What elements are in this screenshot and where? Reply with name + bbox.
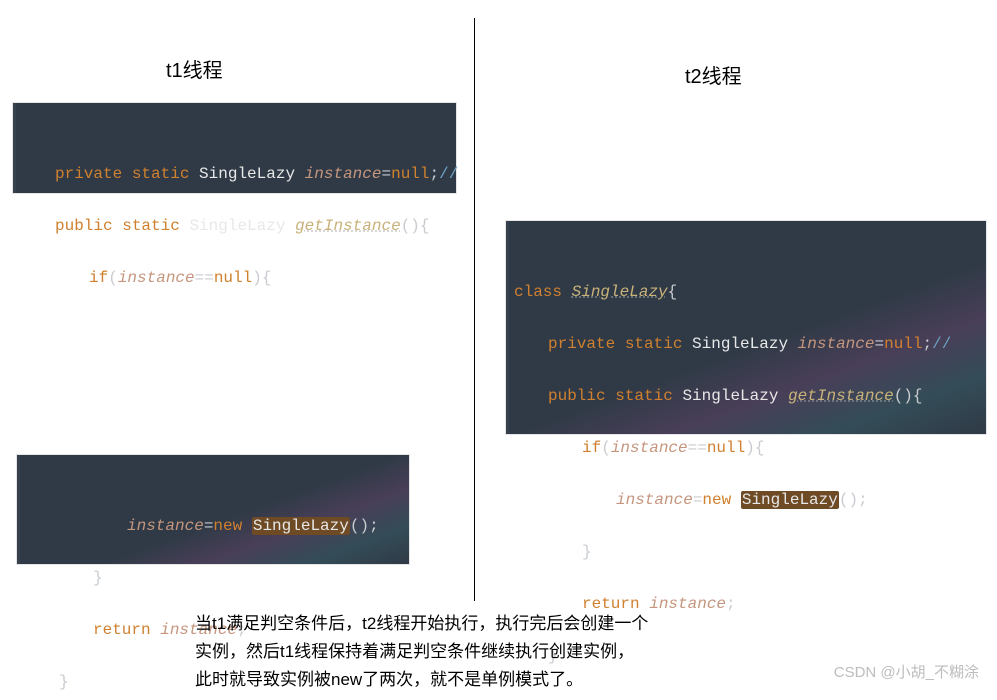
code-block-t2: class SingleLazy{ private static SingleL… [506,221,986,434]
explanation-text: 当t1满足判空条件后，t2线程开始执行，执行完后会创建一个 实例，然后t1线程保… [195,610,805,694]
diagram-canvas: t1线程 t2线程 private static SingleLazy inst… [0,0,997,700]
heading-t2-thread: t2线程 [685,60,742,89]
explanation-line-2: 实例，然后t1线程保持着满足判空条件继续执行创建实例， [195,638,805,666]
code-block-t1-top: private static SingleLazy instance=null;… [13,103,456,193]
explanation-line-1: 当t1满足判空条件后，t2线程开始执行，执行完后会创建一个 [195,610,805,638]
explanation-line-3: 此时就导致实例被new了两次，就不是单例模式了。 [195,666,805,694]
code-block-t1-bottom: instance=new SingleLazy(); } return inst… [17,455,409,564]
vertical-divider [474,18,475,601]
watermark: CSDN @小胡_不糊涂 [834,661,979,682]
heading-t1-thread: t1线程 [166,54,223,83]
